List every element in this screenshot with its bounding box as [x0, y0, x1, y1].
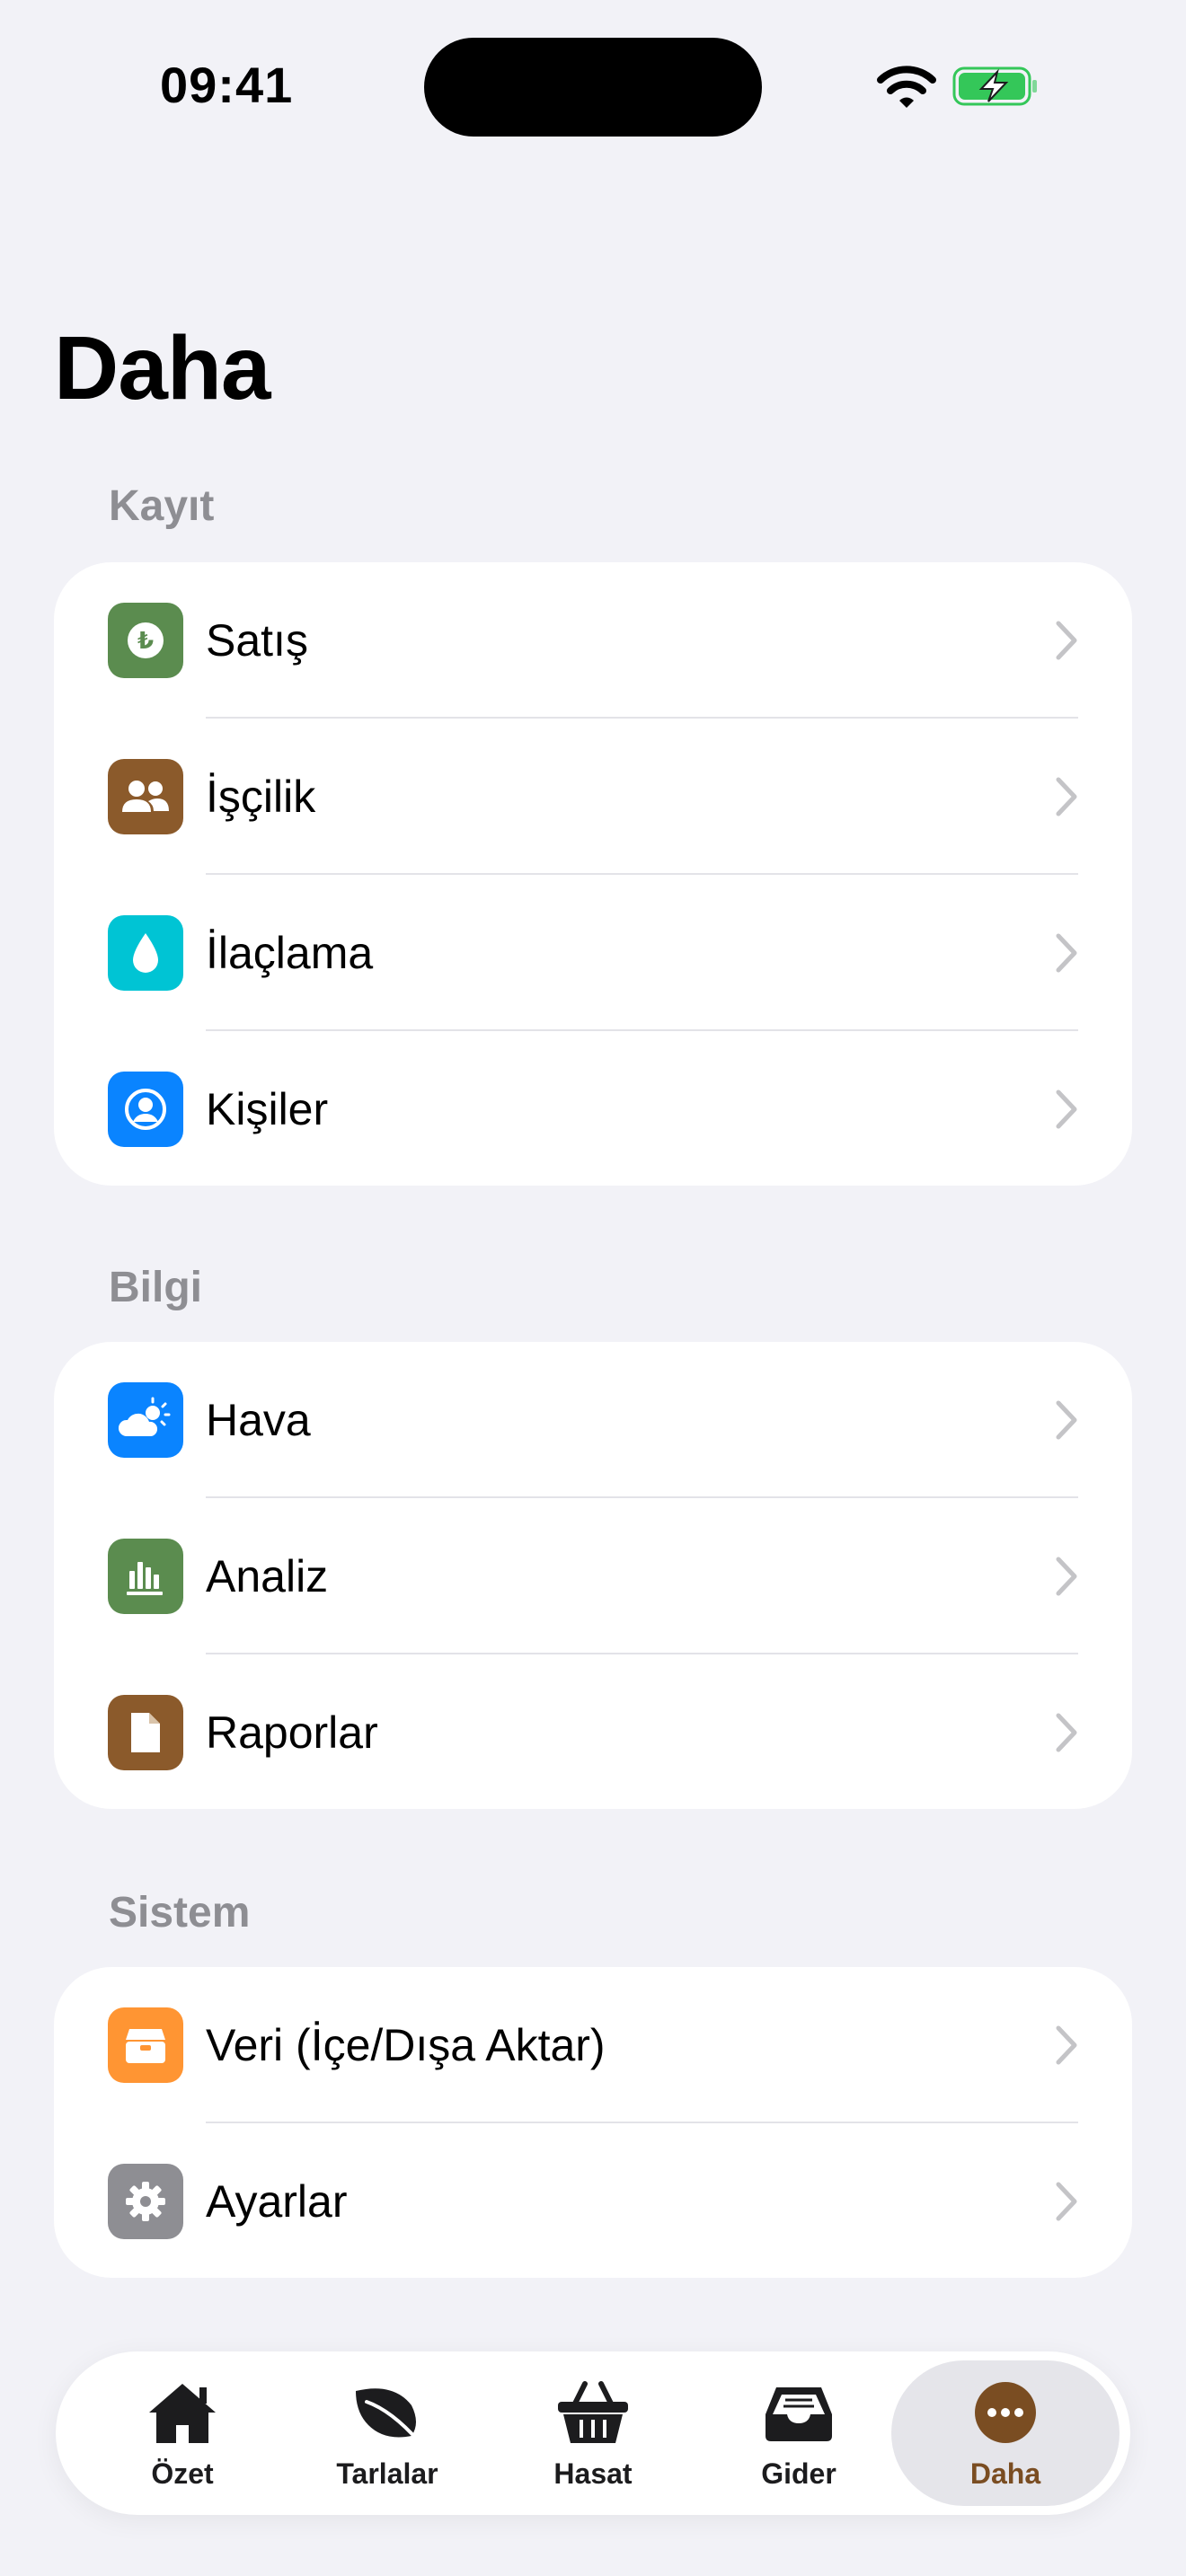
- people-icon: [108, 759, 183, 834]
- dynamic-island: [424, 38, 762, 137]
- archive-icon: [108, 2007, 183, 2083]
- list-item-label: İşçilik: [206, 772, 316, 822]
- tab-label: Hasat: [553, 2457, 633, 2490]
- tab-label: Tarlalar: [336, 2457, 438, 2490]
- drop-icon: [108, 915, 183, 991]
- chevron-right-icon: [1056, 621, 1077, 660]
- chevron-right-icon: [1056, 933, 1077, 973]
- gear-icon: [108, 2164, 183, 2239]
- list-item-kisiler[interactable]: Kişiler: [54, 1031, 1132, 1186]
- chevron-right-icon: [1056, 2025, 1077, 2065]
- list-item-hava[interactable]: Hava: [54, 1342, 1132, 1498]
- leaf-icon: [356, 2388, 420, 2443]
- list-item-analiz[interactable]: Analiz: [54, 1498, 1132, 1654]
- wifi-icon: [877, 66, 936, 108]
- section-header-sistem: Sistem: [109, 1889, 251, 1936]
- chevron-right-icon: [1056, 777, 1077, 816]
- chevron-right-icon: [1056, 1713, 1077, 1752]
- section-card-bilgi: Hava Analiz Raporlar: [54, 1342, 1132, 1809]
- status-time: 09:41: [160, 57, 294, 113]
- list-item-veri[interactable]: Veri (İçe/Dışa Aktar): [54, 1967, 1132, 2123]
- list-item-label: Satış: [206, 615, 308, 666]
- cloud-sun-icon: [108, 1382, 183, 1458]
- tab-label: Daha: [969, 2457, 1041, 2490]
- tab-daha[interactable]: Daha: [891, 2351, 1120, 2515]
- house-icon: [149, 2384, 216, 2443]
- tab-label: Gider: [761, 2457, 836, 2490]
- chart-icon: [108, 1539, 183, 1614]
- list-item-ilaclama[interactable]: İlaçlama: [54, 875, 1132, 1031]
- list-item-label: Analiz: [206, 1551, 329, 1601]
- svg-text:₺: ₺: [137, 628, 154, 655]
- list-item-iscilik[interactable]: İşçilik: [54, 719, 1132, 875]
- list-item-label: Ayarlar: [206, 2176, 348, 2227]
- document-icon: [108, 1695, 183, 1770]
- tray-icon: [766, 2387, 832, 2441]
- chevron-right-icon: [1056, 1090, 1077, 1129]
- tab-hasat[interactable]: Hasat: [490, 2351, 696, 2515]
- page-title: Daha: [54, 318, 271, 419]
- section-card-kayit: ₺ Satış İşçilik İlaçlama Kişiler: [54, 562, 1132, 1186]
- section-card-sistem: Veri (İçe/Dışa Aktar) Ayarlar: [54, 1967, 1132, 2278]
- list-item-label: Kişiler: [206, 1084, 329, 1134]
- lira-icon: ₺: [108, 603, 183, 678]
- section-header-bilgi: Bilgi: [109, 1264, 202, 1311]
- tab-label: Özet: [151, 2457, 214, 2490]
- chevron-right-icon: [1056, 1400, 1077, 1440]
- ellipsis-circle-icon: [975, 2382, 1036, 2443]
- list-item-satis[interactable]: ₺ Satış: [54, 562, 1132, 719]
- list-item-ayarlar[interactable]: Ayarlar: [54, 2123, 1132, 2278]
- battery-charging-icon: [952, 66, 1037, 106]
- section-header-kayit: Kayıt: [109, 482, 215, 530]
- chevron-right-icon: [1056, 2182, 1077, 2221]
- tab-gider[interactable]: Gider: [695, 2351, 902, 2515]
- chevron-right-icon: [1056, 1557, 1077, 1596]
- tab-ozet[interactable]: Özet: [79, 2351, 286, 2515]
- list-item-label: Veri (İçe/Dışa Aktar): [206, 2020, 606, 2070]
- list-item-raporlar[interactable]: Raporlar: [54, 1654, 1132, 1809]
- person-circle-icon: [108, 1072, 183, 1147]
- list-item-label: Hava: [206, 1395, 311, 1445]
- list-item-label: Raporlar: [206, 1707, 378, 1758]
- tab-bar: Özet Tarlalar Hasat Gider Daha: [56, 2351, 1130, 2515]
- basket-icon: [558, 2381, 628, 2443]
- list-item-label: İlaçlama: [206, 928, 374, 978]
- tab-tarlalar[interactable]: Tarlalar: [284, 2351, 491, 2515]
